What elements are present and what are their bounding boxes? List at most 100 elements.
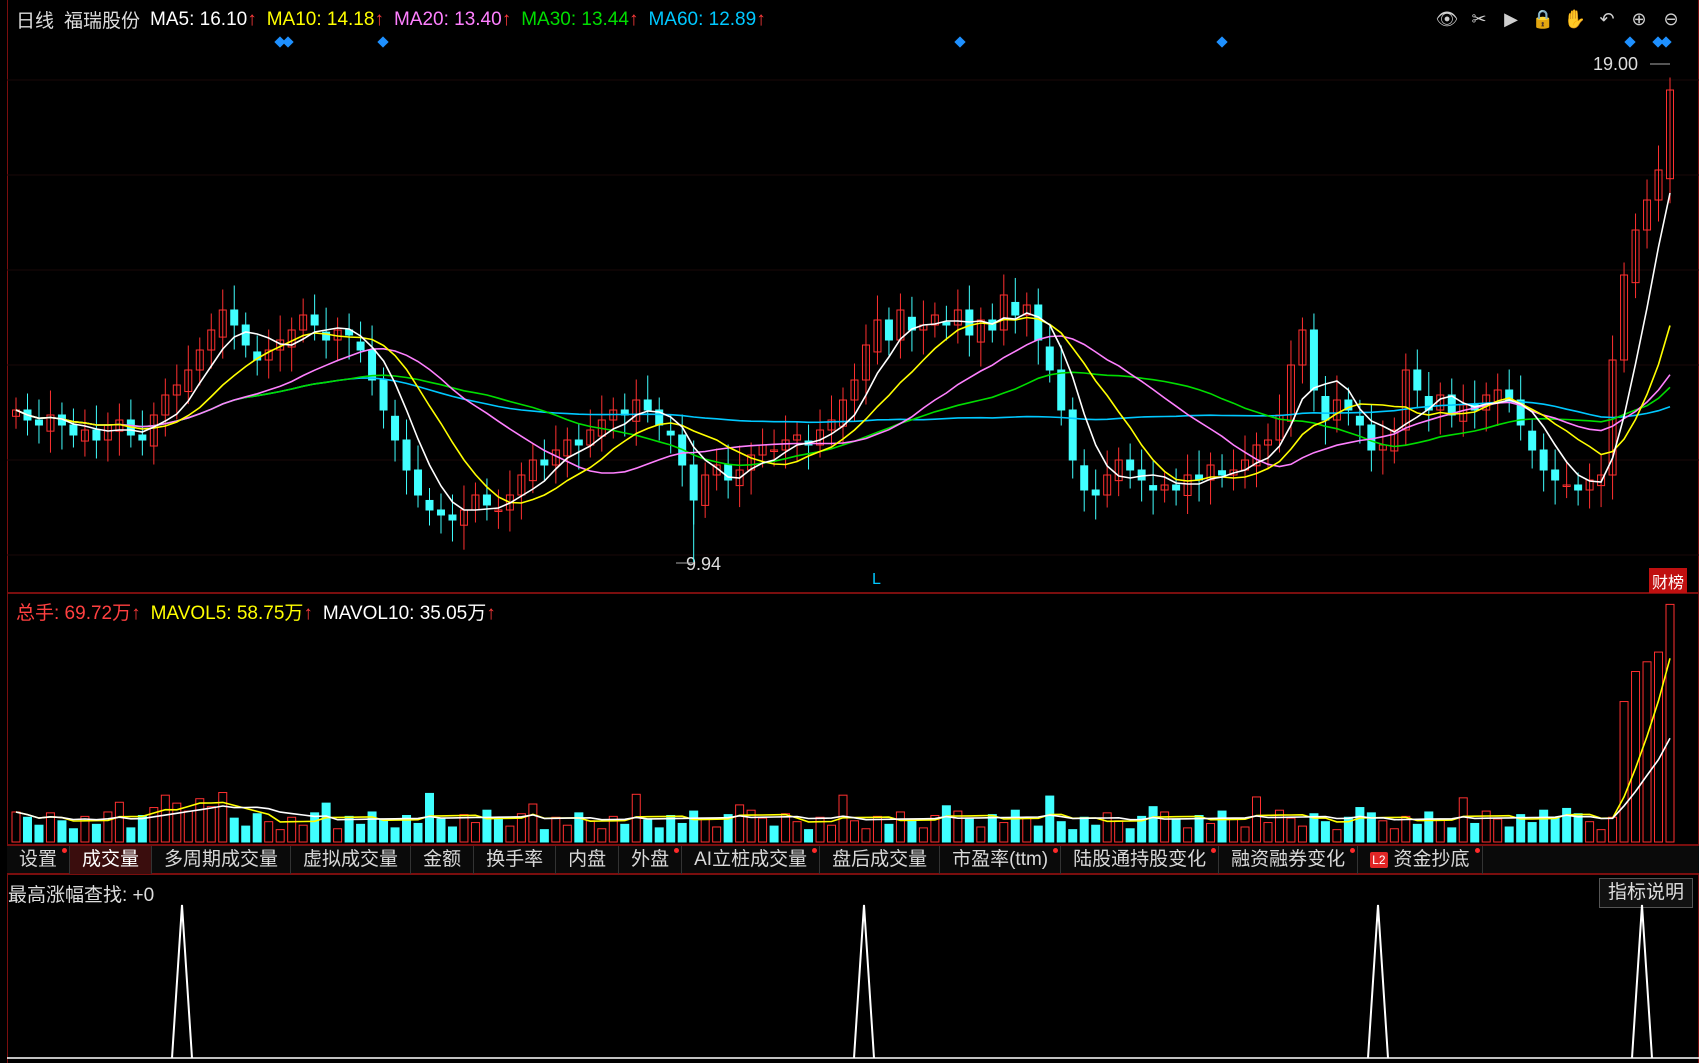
signal-diamond: [954, 36, 966, 48]
volume-bar: [333, 828, 343, 843]
candle-body: [1149, 485, 1158, 491]
volume-bar: [1355, 807, 1365, 843]
candle-body: [1551, 469, 1560, 481]
volume-bar: [1079, 816, 1089, 843]
volume-bar: [1183, 827, 1193, 843]
volume-bar: [562, 824, 572, 843]
signal-diamond: [377, 36, 389, 48]
volume-bar: [620, 823, 630, 843]
volume-bar: [413, 822, 423, 843]
volume-bar: [68, 828, 78, 843]
volume-bar: [356, 823, 366, 843]
volume-bar: [436, 818, 446, 843]
volume-bar: [735, 804, 745, 843]
candle-body: [666, 430, 675, 436]
volume-bar: [1550, 817, 1560, 843]
volume-bar: [459, 814, 469, 843]
candle-body: [391, 415, 400, 441]
volume-bar: [1424, 811, 1434, 843]
candle-body: [379, 379, 388, 411]
volume-bar: [1194, 815, 1204, 843]
volume-bar: [895, 811, 905, 843]
volume-bar: [1504, 826, 1514, 843]
candle-body: [1321, 396, 1330, 421]
volume-bar: [91, 823, 101, 843]
volume-bar: [1320, 821, 1330, 843]
volume-bar: [252, 813, 262, 843]
volume-bar: [907, 819, 917, 843]
volume-bar: [758, 817, 768, 843]
volume-bar: [321, 802, 331, 843]
candle-body: [1091, 489, 1100, 496]
volume-bar: [390, 827, 400, 843]
candle-body: [540, 459, 549, 466]
volume-bar: [1056, 821, 1066, 843]
chart-canvas: [7, 36, 1699, 1059]
volume-bar: [1045, 795, 1055, 843]
candle-body: [1172, 484, 1181, 491]
volume-bar: [482, 809, 492, 843]
volume-bar: [1229, 818, 1239, 843]
volume-bar: [379, 819, 389, 843]
volume-bar: [1286, 817, 1296, 843]
volume-bar: [1010, 809, 1020, 843]
ma5-line: [15, 192, 1671, 511]
volume-bar: [849, 820, 859, 843]
volume-bar: [1435, 819, 1445, 843]
volume-bar: [654, 827, 664, 843]
volume-bar: [539, 829, 549, 843]
candle-body: [1367, 424, 1376, 451]
signal-diamond: [1660, 36, 1672, 48]
signal-diamond: [1216, 36, 1228, 48]
volume-bar: [1332, 829, 1342, 843]
candle-body: [1057, 369, 1066, 411]
candle-body: [1126, 459, 1135, 471]
candle-body: [230, 309, 239, 326]
volume-bar: [241, 825, 251, 843]
volume-bar: [792, 821, 802, 843]
candle-body: [356, 341, 365, 351]
volume-bar: [781, 813, 791, 843]
volume-bar: [884, 823, 894, 843]
volume-bar: [206, 806, 216, 843]
volume-bar: [1171, 819, 1181, 843]
volume-bar: [987, 814, 997, 843]
volume-bar: [57, 820, 67, 843]
volume-bar: [1389, 828, 1399, 843]
volume-bar: [137, 815, 147, 843]
volume-bar: [1562, 807, 1572, 843]
volume-bar: [1263, 822, 1273, 843]
candle-body: [1034, 304, 1043, 341]
volume-bar: [160, 794, 170, 843]
volume-bar: [1252, 796, 1261, 843]
candle-body: [988, 319, 997, 331]
volume-bar: [666, 815, 676, 843]
candle-body: [138, 434, 147, 441]
volume-bar: [1217, 810, 1227, 843]
candle-body: [241, 324, 250, 346]
volume-bar: [1539, 809, 1549, 843]
volume-bar: [976, 826, 986, 843]
volume-bar: [493, 817, 503, 843]
volume-bar: [769, 825, 779, 843]
volume-bar: [1068, 829, 1078, 843]
indicator-spike: [1631, 904, 1653, 1059]
volume-bar: [941, 805, 951, 843]
candle-body: [1011, 301, 1020, 316]
candle-body: [1218, 470, 1227, 476]
volume-bar: [218, 792, 228, 843]
volume-bar: [1665, 603, 1675, 843]
volume-bar: [1470, 822, 1480, 843]
volume-bar: [126, 827, 136, 843]
volume-bar: [1091, 824, 1101, 843]
candle-body: [402, 439, 411, 471]
volume-bar: [34, 824, 44, 843]
signal-diamond: [282, 36, 294, 48]
volume-bar: [1596, 829, 1606, 843]
volume-bar: [1527, 822, 1537, 843]
volume-bar: [298, 824, 308, 843]
volume-bar: [1240, 826, 1250, 843]
candle-body: [884, 319, 893, 341]
volume-bar: [689, 810, 699, 843]
indicator-spike: [171, 904, 193, 1059]
